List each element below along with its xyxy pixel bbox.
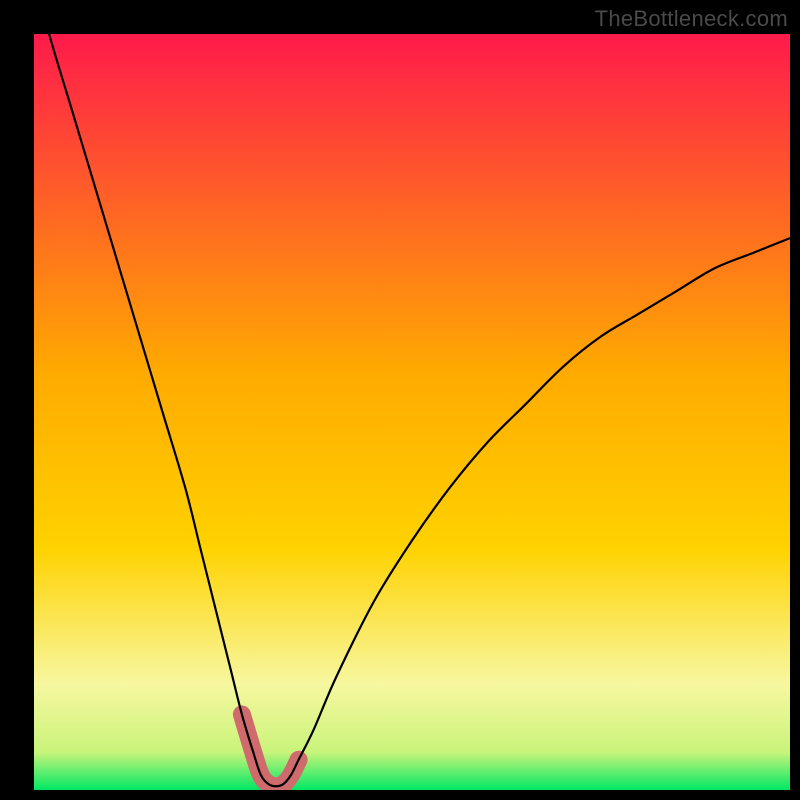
gradient-background: [34, 34, 790, 790]
bottleneck-chart: [34, 34, 790, 790]
watermark-text: TheBottleneck.com: [595, 6, 788, 32]
chart-frame: TheBottleneck.com: [0, 0, 800, 800]
plot-area: [34, 34, 790, 790]
